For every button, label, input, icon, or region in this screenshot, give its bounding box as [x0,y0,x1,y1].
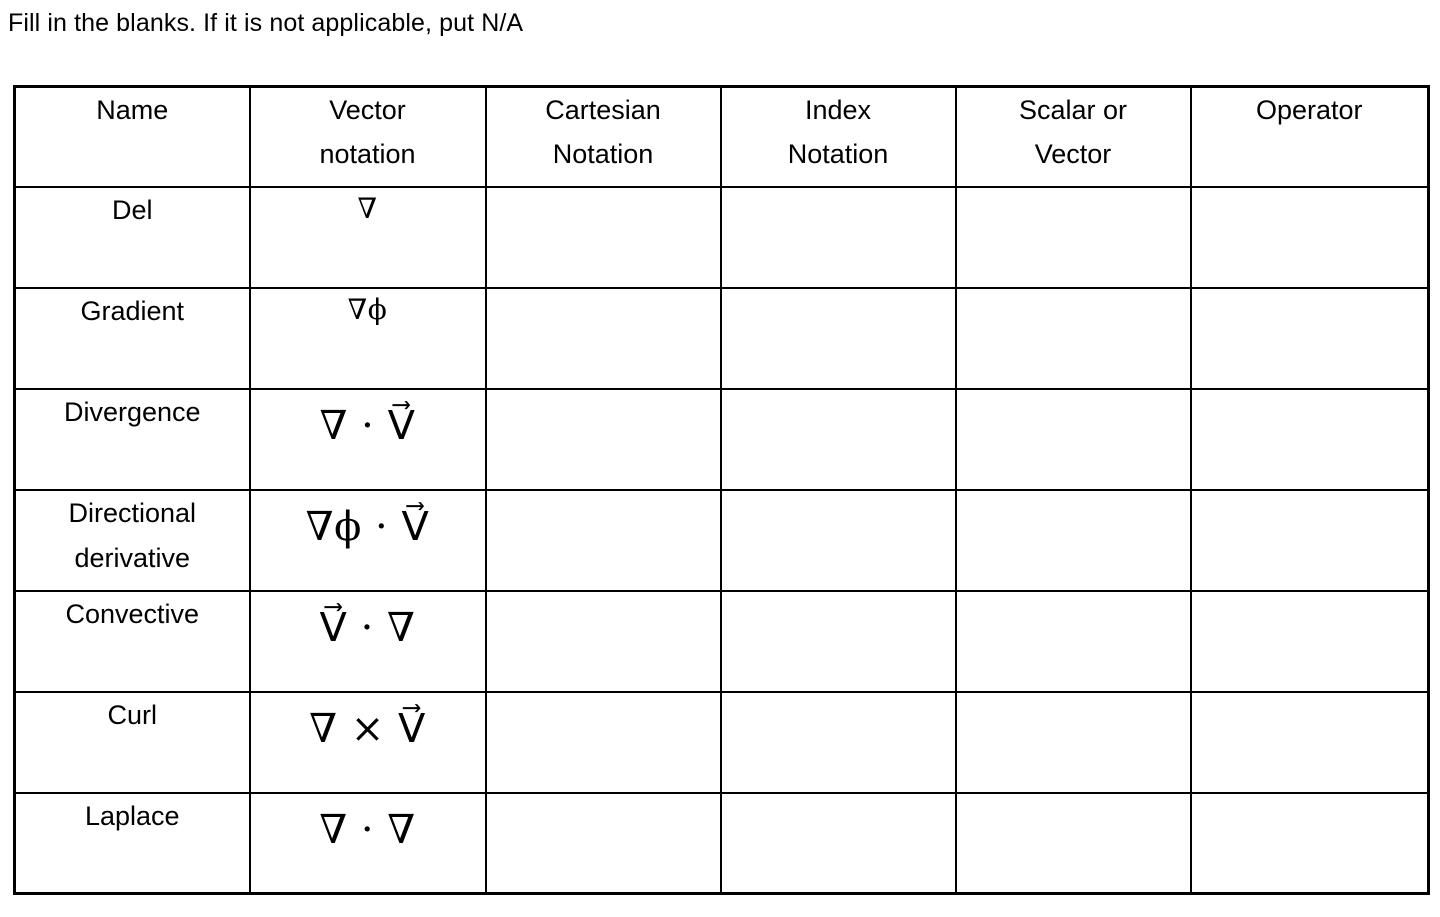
cartesian-notation-blank[interactable] [484,691,722,795]
scalar-or-vector-blank[interactable] [954,590,1192,694]
math-expression: ∇ [357,191,378,225]
cartesian-notation-blank[interactable] [484,590,722,694]
column-header-operator: Operator [1189,86,1429,188]
cartesian-notation-blank[interactable] [484,185,722,289]
column-header-scalar-or-vector-label: Scalar or Vector [1018,95,1128,169]
column-header-cartesian-notation: Cartesian Notation [484,86,722,188]
column-header-operator-label: Operator [1255,95,1363,125]
table-row: Del ∇ [14,185,1429,289]
row-name-directional-derivative: Directional derivative [14,488,251,593]
scalar-or-vector-blank[interactable] [954,387,1192,491]
cartesian-notation-blank[interactable] [484,488,722,593]
math-expression: ∇ϕ [347,292,388,326]
row-name-label: Laplace [84,801,180,832]
vector-notation-directional-derivative: ∇ϕ · V⃗ [248,488,487,593]
cartesian-notation-blank[interactable] [484,286,722,390]
index-notation-blank[interactable] [719,488,957,593]
index-notation-blank[interactable] [719,286,957,390]
index-notation-blank[interactable] [719,691,957,795]
index-notation-blank[interactable] [719,387,957,491]
row-name-label: Gradient [80,295,185,326]
table-row: Gradient ∇ϕ [14,286,1429,390]
operator-blank[interactable] [1189,387,1429,491]
row-name-curl: Curl [14,691,251,795]
math-expression: ∇ϕ · V⃗ [305,503,430,550]
row-name-label: Convective [65,599,200,630]
operator-blank[interactable] [1189,286,1429,390]
worksheet-page: Fill in the blanks. If it is not applica… [0,0,1440,917]
vector-notation-del: ∇ [248,185,487,289]
vector-notation-divergence: ∇ · V⃗ [248,387,487,491]
table-row: Curl ∇ × V⃗ [14,691,1429,795]
table-row: Divergence ∇ · V⃗ [14,387,1429,491]
row-name-label: Divergence [63,396,201,427]
column-header-name: Name [14,86,251,188]
operator-blank[interactable] [1189,488,1429,593]
cartesian-notation-blank[interactable] [484,387,722,491]
row-name-convective: Convective [14,590,251,694]
index-notation-blank[interactable] [719,792,957,894]
operator-blank[interactable] [1189,691,1429,795]
instruction-text: Fill in the blanks. If it is not applica… [8,9,524,37]
vector-notation-curl: ∇ × V⃗ [248,691,487,795]
scalar-or-vector-blank[interactable] [954,185,1192,289]
table-header-row: Name Vector notation Cartesian Notation … [14,86,1429,188]
column-header-index-notation-label: Index Notation [787,95,889,169]
operator-blank[interactable] [1189,590,1429,694]
index-notation-blank[interactable] [719,185,957,289]
column-header-vector-notation-label: Vector notation [319,95,416,169]
vector-notation-convective: V⃗ · ∇ [248,590,487,694]
operator-blank[interactable] [1189,792,1429,894]
column-header-index-notation: Index Notation [719,86,957,188]
cartesian-notation-blank[interactable] [484,792,722,894]
column-header-cartesian-notation-label: Cartesian Notation [545,95,661,169]
column-header-name-label: Name [96,95,169,125]
table-row: Directional derivative ∇ϕ · V⃗ [14,488,1429,593]
column-header-scalar-or-vector: Scalar or Vector [954,86,1192,188]
scalar-or-vector-blank[interactable] [954,691,1192,795]
row-name-divergence: Divergence [14,387,251,491]
scalar-or-vector-blank[interactable] [954,488,1192,593]
vector-operators-table-wrap: Name Vector notation Cartesian Notation … [13,85,1430,895]
math-expression: ∇ × V⃗ [309,706,426,753]
math-expression: ∇ · V⃗ [319,402,416,449]
row-name-gradient: Gradient [14,286,251,390]
scalar-or-vector-blank[interactable] [954,286,1192,390]
scalar-or-vector-blank[interactable] [954,792,1192,894]
index-notation-blank[interactable] [719,590,957,694]
math-expression: V⃗ · ∇ [319,605,416,652]
vector-notation-gradient: ∇ϕ [248,286,487,390]
row-name-del: Del [14,185,251,289]
table-row: Laplace ∇ · ∇ [14,792,1429,894]
vector-operators-table: Name Vector notation Cartesian Notation … [13,85,1430,895]
table-row: Convective V⃗ · ∇ [14,590,1429,694]
column-header-vector-notation: Vector notation [248,86,487,188]
row-name-label: Del [111,194,153,225]
operator-blank[interactable] [1189,185,1429,289]
row-name-label: Curl [107,700,157,731]
vector-notation-laplace: ∇ · ∇ [248,792,487,894]
math-expression: ∇ · ∇ [319,807,416,854]
row-name-laplace: Laplace [14,792,251,894]
row-name-label: Directional derivative [68,497,197,573]
